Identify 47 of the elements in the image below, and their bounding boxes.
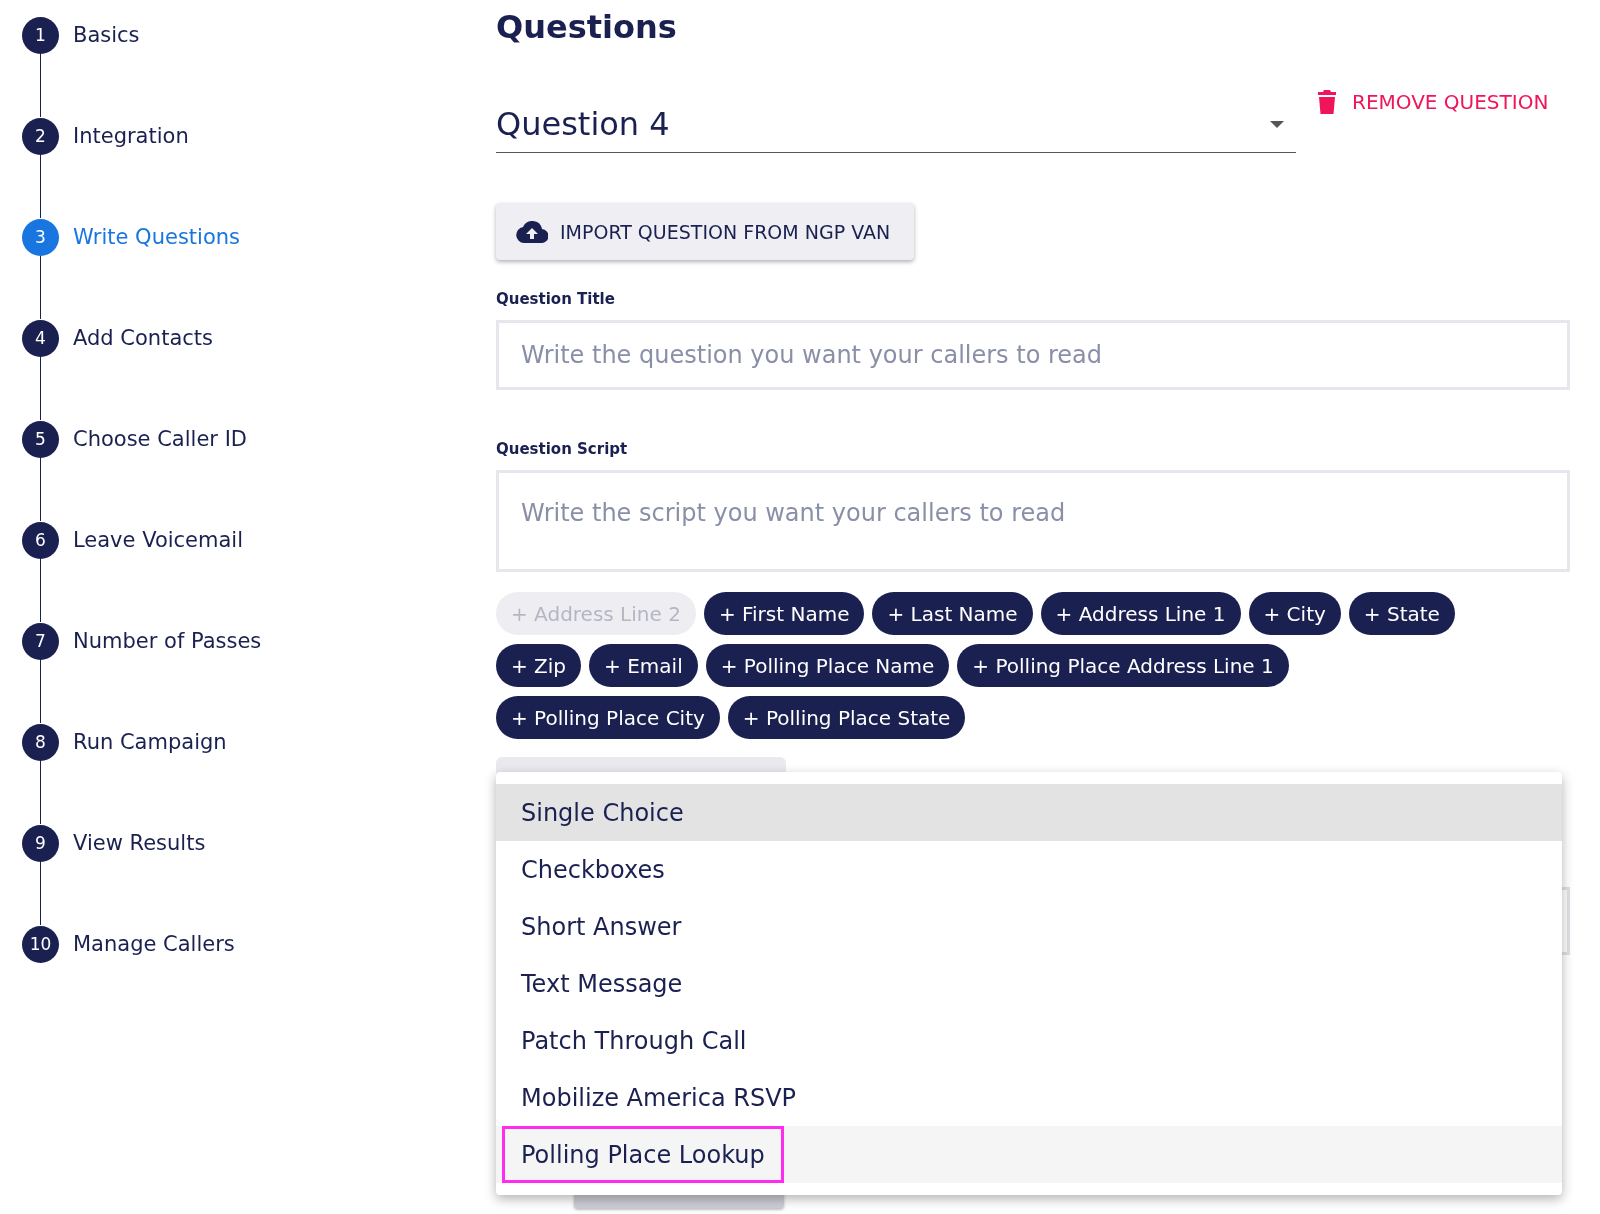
step-number: 7 (22, 622, 59, 660)
step-label[interactable]: Run Campaign (73, 730, 227, 754)
step-number: 2 (22, 117, 59, 155)
menu-item[interactable]: Single Choice (496, 784, 1562, 841)
remove-question-button[interactable]: REMOVE QUESTION (1318, 90, 1549, 114)
step-number: 4 (22, 319, 59, 357)
field-chip[interactable]: + Address Line 1 (1040, 592, 1241, 635)
step-label[interactable]: Integration (73, 124, 189, 148)
menu-item[interactable]: Text Message (496, 955, 1562, 1012)
menu-item[interactable]: Mobilize America RSVP (496, 1069, 1562, 1126)
step-label[interactable]: Basics (73, 23, 140, 47)
field-chip[interactable]: + Polling Place Address Line 1 (957, 644, 1289, 687)
menu-item[interactable]: Patch Through Call (496, 1012, 1562, 1069)
field-chip[interactable]: + City (1248, 592, 1341, 635)
import-button[interactable]: IMPORT QUESTION FROM NGP VAN (496, 203, 915, 260)
step-label[interactable]: Leave Voicemail (73, 528, 244, 552)
step-number: 8 (22, 723, 59, 761)
question-script-field[interactable]: Write the script you want your callers to read (496, 470, 1570, 572)
step-label[interactable]: Choose Caller ID (73, 427, 247, 451)
field-label: Question Title (496, 290, 616, 308)
step-label[interactable]: Number of Passes (73, 629, 262, 653)
question-title-field[interactable]: Write the question you want your callers to read (496, 320, 1570, 390)
step-label[interactable]: Add Contacts (73, 326, 213, 350)
step-number: 1 (22, 16, 59, 54)
step-number: 5 (22, 420, 59, 458)
field-chip[interactable]: + Last Name (872, 592, 1033, 635)
menu-item[interactable]: Checkboxes (496, 841, 1562, 898)
field-chip[interactable]: + Email (589, 644, 698, 687)
field-chip[interactable]: + Polling Place Name (705, 644, 950, 687)
field-chip[interactable]: + Zip (496, 644, 582, 687)
menu-item[interactable]: Polling Place Lookup (496, 1126, 1562, 1183)
step-number: 6 (22, 521, 59, 559)
step-label[interactable]: View Results (73, 831, 206, 855)
step-label[interactable]: Manage Callers (73, 932, 235, 956)
step-label[interactable]: Write Questions (73, 225, 240, 249)
field-chip[interactable]: + Polling Place City (496, 696, 720, 739)
step-number: 9 (22, 824, 59, 862)
step-number: 10 (22, 925, 59, 963)
field-chip[interactable]: + Polling Place State (727, 696, 966, 739)
field-chip[interactable]: + First Name (703, 592, 865, 635)
question-select[interactable]: Question 4 (496, 96, 1296, 153)
step-number: 3 (22, 218, 59, 256)
page-title: Questions (496, 8, 678, 48)
field-chip[interactable]: + State (1348, 592, 1455, 635)
highlight-outline: Polling Place Lookup (502, 1126, 784, 1183)
menu-item[interactable]: Short Answer (496, 898, 1562, 955)
field-label: Question Script (496, 440, 629, 458)
